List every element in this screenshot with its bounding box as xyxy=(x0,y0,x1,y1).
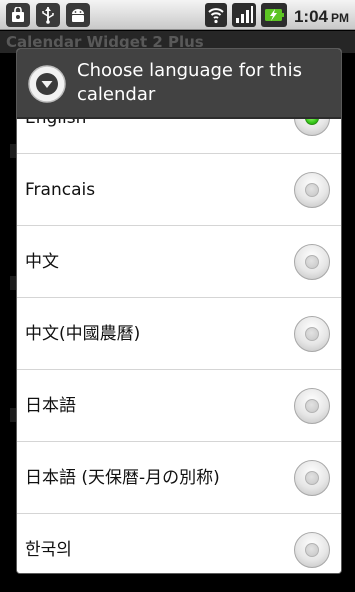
language-option[interactable]: English xyxy=(17,119,341,154)
clock-time: 1:04 xyxy=(293,7,328,26)
battery-charging-icon xyxy=(260,3,287,31)
radio-button[interactable] xyxy=(294,244,330,280)
radio-dot xyxy=(305,471,319,485)
language-option[interactable]: 日本語 xyxy=(17,370,341,442)
radio-button[interactable] xyxy=(294,388,330,424)
radio-dot xyxy=(305,327,319,341)
radio-button[interactable] xyxy=(294,316,330,352)
dropdown-circle-icon xyxy=(28,65,66,103)
radio-dot xyxy=(305,255,319,269)
language-option[interactable]: 한국의 xyxy=(17,514,341,573)
language-option-label: 中文(中國農曆) xyxy=(25,324,141,344)
radio-button[interactable] xyxy=(294,460,330,496)
screen: 1:04 PM Calendar Widget 2 Plus Choose lan… xyxy=(0,0,355,592)
dialog-title: Choose language for this calendar xyxy=(77,60,303,105)
shopping-bag-icon xyxy=(6,3,30,27)
radio-dot xyxy=(305,399,319,413)
clock-ampm: PM xyxy=(331,11,349,25)
radio-dot xyxy=(305,543,319,557)
radio-dot xyxy=(305,119,319,125)
signal-icon xyxy=(231,3,256,31)
language-dialog: Choose language for this calendar Englis… xyxy=(16,48,342,574)
language-option-label: 日本語 xyxy=(25,396,76,416)
radio-dot xyxy=(305,183,319,197)
dialog-header: Choose language for this calendar xyxy=(17,49,341,119)
wifi-icon xyxy=(204,3,227,31)
status-bar: 1:04 PM xyxy=(0,0,355,30)
clock: 1:04 PM xyxy=(294,7,349,27)
radio-button-selected[interactable] xyxy=(294,119,330,136)
language-option-label: 日本語 (天保暦-月の別称) xyxy=(25,468,220,488)
radio-button[interactable] xyxy=(294,172,330,208)
language-option[interactable]: 中文 xyxy=(17,226,341,298)
language-option[interactable]: Francais xyxy=(17,154,341,226)
language-option-label: Francais xyxy=(25,180,96,200)
usb-icon xyxy=(36,3,60,27)
radio-button[interactable] xyxy=(294,532,330,568)
language-option[interactable]: 中文(中國農曆) xyxy=(17,298,341,370)
android-debug-icon xyxy=(66,3,90,27)
language-option-label: 中文 xyxy=(25,252,59,272)
language-list[interactable]: English Francais 中文中文(中國農曆) 日本語日本語 (天保暦-月の別… xyxy=(17,119,341,573)
language-option[interactable]: 日本語 (天保暦-月の別称) xyxy=(17,442,341,514)
language-option-label: English xyxy=(25,119,86,154)
language-option-label: 한국의 xyxy=(25,540,72,560)
